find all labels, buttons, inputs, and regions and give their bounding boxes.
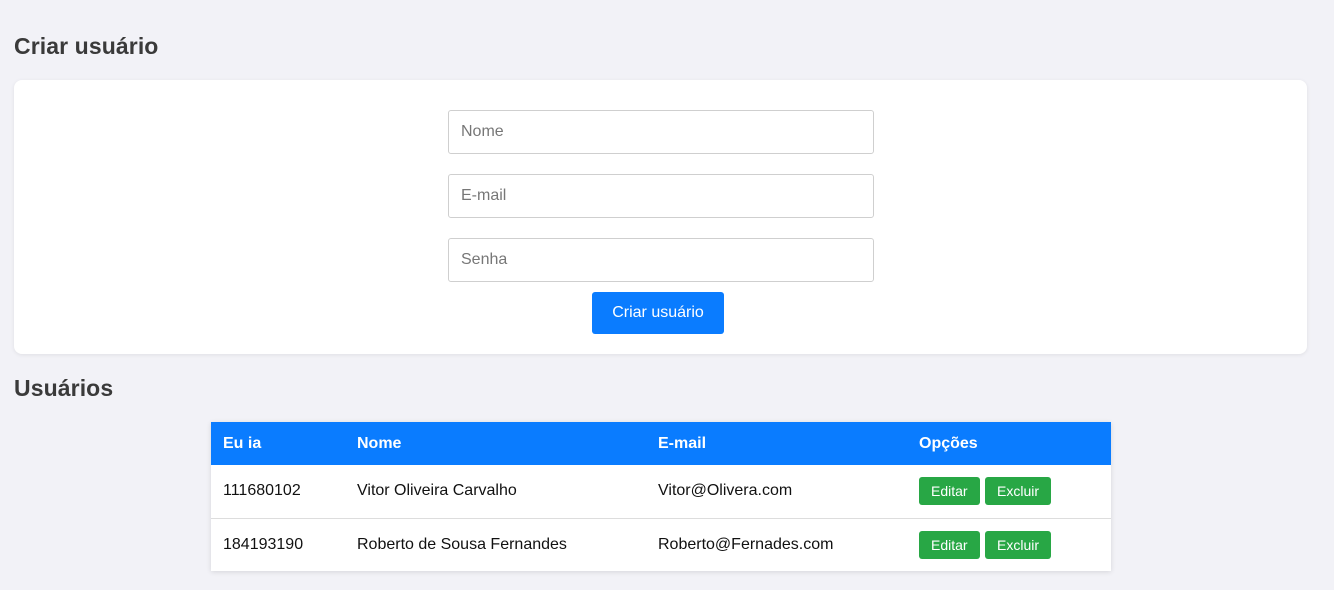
cell-name: Vitor Oliveira Carvalho (357, 482, 517, 500)
column-header-email: E-mail (658, 434, 707, 452)
create-user-title: Criar usuário (14, 33, 159, 59)
delete-button[interactable]: Excluir (985, 530, 1052, 559)
create-user-button[interactable]: Criar usuário (592, 292, 724, 334)
users-table: Eu ia Nome E-mail Opções 111680102 Vitor… (211, 422, 1111, 571)
email-input[interactable] (448, 174, 874, 218)
cell-email: Vitor@Olivera.com (658, 482, 793, 500)
table-header-row: Eu ia Nome E-mail Opções (211, 422, 1111, 465)
cell-id: 184193190 (223, 535, 304, 553)
column-header-name: Nome (357, 434, 402, 452)
cell-options: Editar Excluir (903, 518, 1111, 571)
cell-name: Roberto de Sousa Fernandes (357, 535, 567, 553)
table-row: 111680102 Vitor Oliveira Carvalho Vitor@… (211, 465, 1111, 518)
edit-button[interactable]: Editar (919, 530, 980, 559)
page: Criar usuário Criar usuário Usuários Eu … (0, 0, 1334, 590)
create-user-form: Criar usuário (14, 80, 1307, 354)
password-input[interactable] (448, 238, 874, 282)
column-header-id: Eu ia (223, 434, 262, 452)
name-input[interactable] (448, 110, 874, 154)
table-row: 184193190 Roberto de Sousa Fernandes Rob… (211, 518, 1111, 571)
cell-options: Editar Excluir (903, 465, 1111, 518)
delete-button[interactable]: Excluir (985, 477, 1052, 506)
edit-button[interactable]: Editar (919, 477, 980, 506)
cell-email: Roberto@Fernades.com (658, 535, 834, 553)
column-header-options: Opções (919, 434, 978, 452)
cell-id: 111680102 (223, 482, 301, 500)
users-title: Usuários (14, 375, 114, 401)
